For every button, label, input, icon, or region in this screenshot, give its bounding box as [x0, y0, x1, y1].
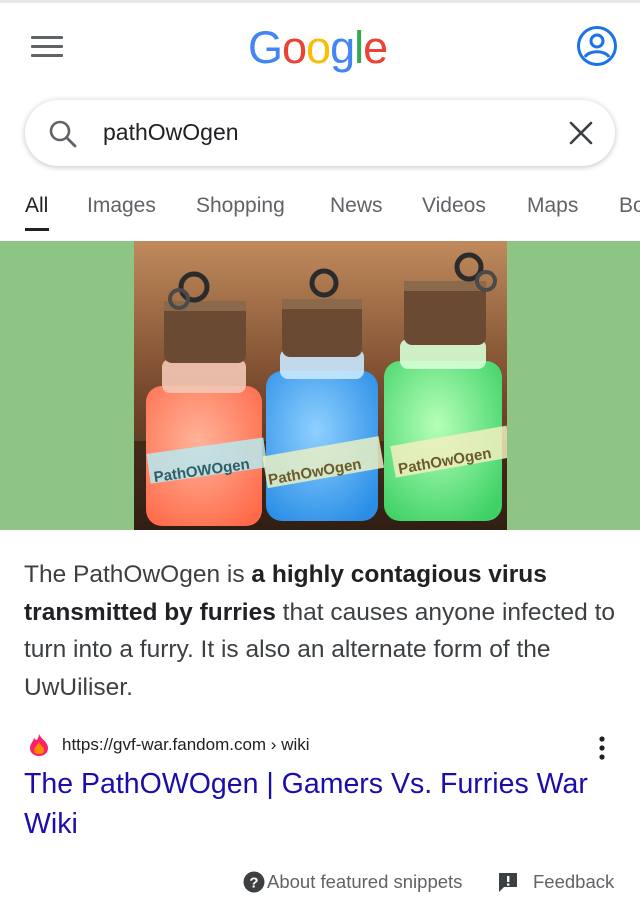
tab-images[interactable]: Images: [87, 194, 156, 218]
tab-shopping[interactable]: Shopping: [196, 194, 285, 218]
result-title-link[interactable]: The PathOWOgen | Gamers Vs. Furries War …: [24, 764, 614, 844]
about-label: About featured snippets: [267, 871, 463, 892]
tab-videos[interactable]: Videos: [422, 194, 486, 218]
google-logo[interactable]: Google: [248, 22, 388, 74]
top-divider: [0, 0, 640, 3]
featured-snippet-text: The PathOwOgen is a highly contagious vi…: [24, 561, 616, 701]
search-input[interactable]: [103, 119, 523, 146]
tab-news[interactable]: News: [330, 194, 383, 218]
more-vert-icon[interactable]: [596, 733, 608, 763]
tab-books[interactable]: Books: [619, 194, 640, 218]
result-source: https://gvf-war.fandom.com › wiki: [24, 733, 624, 760]
hamburger-menu-icon[interactable]: [31, 36, 63, 60]
account-circle-icon[interactable]: [576, 25, 618, 67]
search-bar: [25, 100, 615, 166]
svg-text:?: ?: [249, 875, 258, 892]
active-tab-indicator: [25, 228, 49, 231]
tab-maps[interactable]: Maps: [527, 194, 578, 218]
fandom-flame-icon: [30, 734, 48, 756]
help-circle-icon: ?: [243, 871, 265, 893]
search-icon[interactable]: [47, 118, 79, 150]
featured-image-panel[interactable]: PathOWOgen PathOwOgen PathOwOgen: [0, 241, 640, 530]
tab-all[interactable]: All: [25, 194, 48, 218]
search-tabs: All Images Shopping News Videos Maps Boo…: [0, 192, 640, 236]
result-url[interactable]: https://gvf-war.fandom.com › wiki: [62, 735, 310, 755]
potion-bottles-image[interactable]: PathOWOgen PathOwOgen PathOwOgen: [134, 241, 507, 530]
close-icon[interactable]: [568, 120, 594, 146]
feedback-icon: [499, 873, 517, 892]
feedback-label: Feedback: [533, 871, 615, 892]
